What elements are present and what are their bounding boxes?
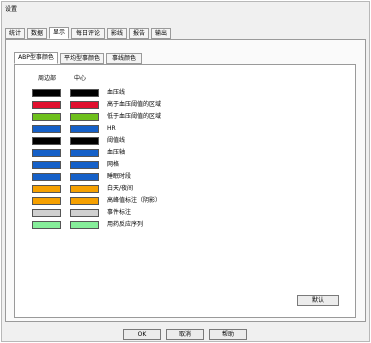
tab-daily-comment[interactable]: 每日评论	[71, 28, 105, 39]
color-row-label: 血压线	[107, 89, 126, 96]
color-row-label: 白天/夜间	[107, 185, 134, 192]
color-row-label: HR	[107, 125, 116, 132]
color-row: 事件标注	[15, 209, 315, 218]
peripheral-color-swatch[interactable]	[32, 161, 61, 169]
tab-report[interactable]: 报告	[129, 28, 149, 39]
color-row: 高于血压阈值的区域	[15, 101, 315, 110]
peripheral-color-swatch[interactable]	[32, 101, 61, 109]
center-color-swatch[interactable]	[70, 197, 99, 205]
center-color-swatch[interactable]	[70, 125, 99, 133]
tab-data[interactable]: 数据	[27, 28, 47, 39]
ok-button[interactable]: OK	[123, 329, 161, 340]
color-row: 血压轴	[15, 149, 315, 158]
center-color-swatch[interactable]	[70, 149, 99, 157]
peripheral-color-swatch[interactable]	[32, 197, 61, 205]
tab-abp-colors[interactable]: ABP型事颜色	[14, 52, 58, 64]
color-row: 睡眠时段	[15, 173, 315, 182]
peripheral-color-swatch[interactable]	[32, 113, 61, 121]
color-row-label: 网格	[107, 161, 120, 168]
color-settings-panel: 周边部 中心 血压线高于血压阈值的区域 低于血压阈值的区域 HR 阈值线血压轴网格睡眠…	[14, 64, 356, 318]
color-row: 网格	[15, 161, 315, 170]
color-row-label: 睡眠时段	[107, 173, 132, 180]
column-peripheral-header: 周边部	[38, 75, 57, 82]
color-row-label: 用药反应序列	[107, 221, 144, 228]
peripheral-color-swatch[interactable]	[32, 137, 61, 145]
color-row-label: 阈值线	[107, 137, 126, 144]
tab-statistics[interactable]: 统计	[5, 28, 25, 39]
peripheral-color-swatch[interactable]	[32, 221, 61, 229]
display-panel: ABP型事颜色 平均型事颜色 事线颜色 周边部 中心 血压线高于血压阈值的区域低…	[5, 39, 366, 322]
color-row-label: 高于血压阈值的区域	[107, 101, 162, 108]
color-row: 阈值线	[15, 137, 315, 146]
color-row-label: 事件标注	[107, 209, 132, 216]
column-center-header: 中心	[74, 75, 87, 82]
tab-line-colors[interactable]: 事线颜色	[106, 53, 142, 64]
color-row: HR	[15, 125, 315, 134]
color-row-label: 高峰值标注（阴影）	[107, 197, 162, 204]
cancel-button[interactable]: 取消	[166, 329, 204, 340]
default-button[interactable]: 默认	[297, 295, 339, 306]
settings-dialog: 设置 统计 数据 显示 每日评论 影线 报告 输出 ABP型事颜色 平均型事颜色…	[1, 1, 370, 342]
color-row: 白天/夜间	[15, 185, 315, 194]
color-row-label: 血压轴	[107, 149, 126, 156]
center-color-swatch[interactable]	[70, 113, 99, 121]
peripheral-color-swatch[interactable]	[32, 173, 61, 181]
peripheral-color-swatch[interactable]	[32, 125, 61, 133]
help-button[interactable]: 帮助	[209, 329, 247, 340]
center-color-swatch[interactable]	[70, 89, 99, 97]
color-row: 高峰值标注（阴影）	[15, 197, 315, 206]
tab-hatching[interactable]: 影线	[107, 28, 127, 39]
center-color-swatch[interactable]	[70, 209, 99, 217]
center-color-swatch[interactable]	[70, 137, 99, 145]
center-color-swatch[interactable]	[70, 185, 99, 193]
tab-display[interactable]: 显示	[49, 27, 69, 39]
color-row: 血压线	[15, 89, 315, 98]
tab-average-colors[interactable]: 平均型事颜色	[60, 53, 104, 64]
center-color-swatch[interactable]	[70, 221, 99, 229]
peripheral-color-swatch[interactable]	[32, 185, 61, 193]
center-color-swatch[interactable]	[70, 101, 99, 109]
dialog-title: 设置	[5, 6, 18, 13]
color-row-label: 低于血压阈值的区域	[107, 113, 162, 120]
center-color-swatch[interactable]	[70, 173, 99, 181]
center-color-swatch[interactable]	[70, 161, 99, 169]
color-row: 低于血压阈值的区域	[15, 113, 315, 122]
peripheral-color-swatch[interactable]	[32, 209, 61, 217]
tab-output[interactable]: 输出	[151, 28, 171, 39]
peripheral-color-swatch[interactable]	[32, 149, 61, 157]
peripheral-color-swatch[interactable]	[32, 89, 61, 97]
color-row: 用药反应序列	[15, 221, 315, 230]
